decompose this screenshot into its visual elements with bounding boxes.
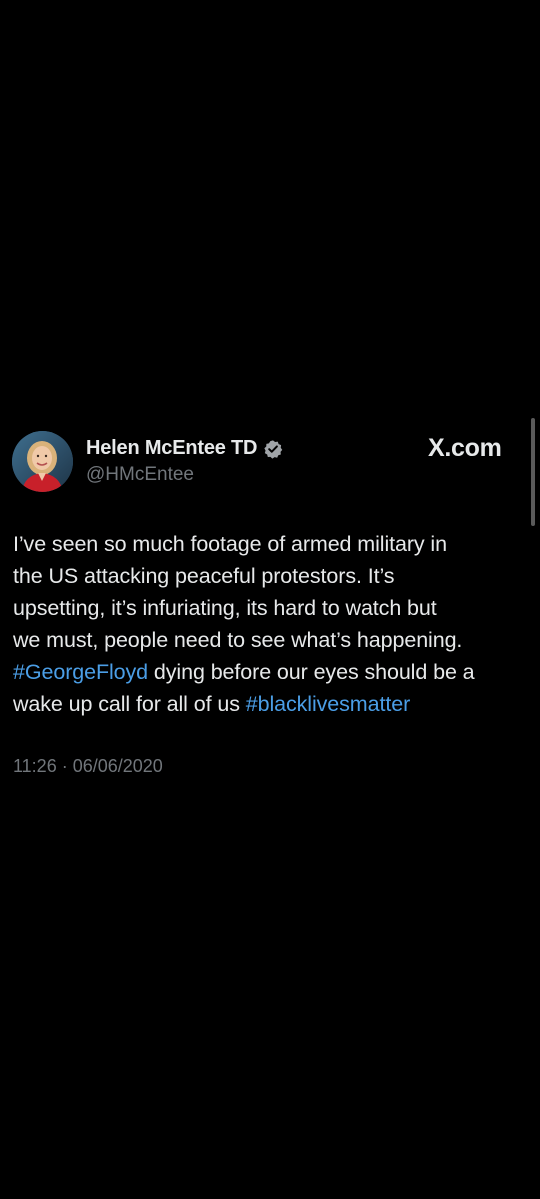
tweet-text-line: wake up call for all of us #blacklivesma…	[13, 688, 528, 720]
brand-logo: X.com	[428, 434, 502, 462]
tweet-text-line: I’ve seen so much footage of armed milit…	[13, 532, 447, 556]
avatar[interactable]	[12, 431, 73, 492]
hashtag-link[interactable]: #GeorgeFloyd	[13, 660, 148, 684]
tweet-text-line: we must, people need to see what’s happe…	[13, 628, 463, 652]
tweet-text: I’ve seen so much footage of armed milit…	[13, 528, 528, 720]
tweet-text-line: upsetting, it’s infuriating, its hard to…	[13, 596, 437, 620]
verified-badge-icon	[263, 439, 283, 459]
scrollbar[interactable]	[531, 418, 535, 526]
tweet-text-segment: wake up call for all of us	[13, 692, 246, 716]
author-handle[interactable]: @HMcEntee	[86, 464, 194, 486]
tweet-text-line: the US attacking peaceful protestors. It…	[13, 564, 395, 588]
hashtag-link[interactable]: #blacklivesmatter	[246, 692, 410, 716]
avatar-image	[12, 431, 73, 492]
author-row: Helen McEntee TD	[86, 437, 283, 460]
tweet-text-line: #GeorgeFloyd dying before our eyes shoul…	[13, 656, 528, 688]
display-name[interactable]: Helen McEntee TD	[86, 437, 257, 460]
timestamp[interactable]: 11:26 · 06/06/2020	[13, 756, 163, 777]
screen: Helen McEntee TD @HMcEntee X.com I’ve se…	[0, 0, 540, 1199]
tweet-text-segment: dying before our eyes should be a	[148, 660, 475, 684]
